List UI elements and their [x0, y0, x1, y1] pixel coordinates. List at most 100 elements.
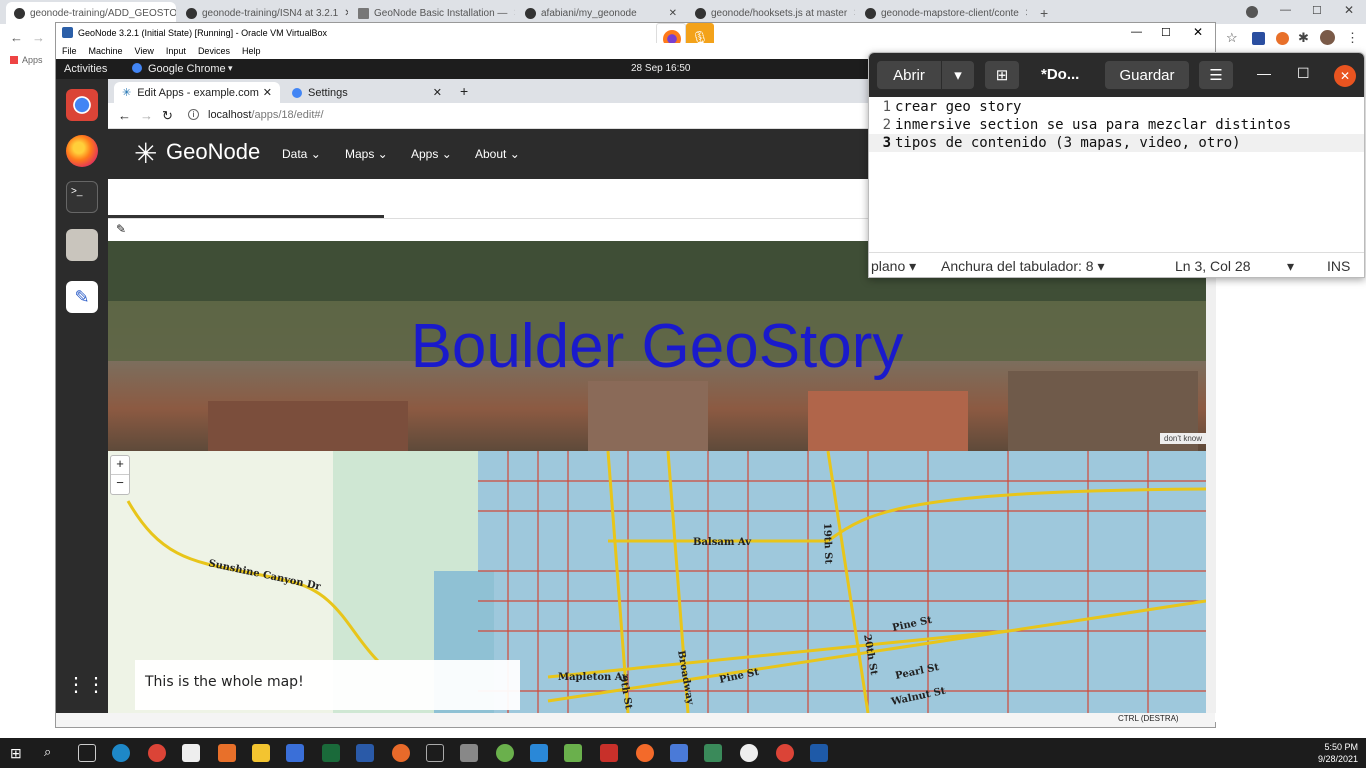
app-icon[interactable]	[426, 744, 444, 762]
open-dropdown-button[interactable]: ▾	[942, 61, 974, 89]
firefox-dock-icon[interactable]	[66, 135, 98, 167]
minimize-icon[interactable]: —	[1131, 26, 1142, 38]
host-tab-2[interactable]: geonode-training/ISN4 at 3.2.1✕	[178, 2, 348, 24]
close-window-icon[interactable]: ✕	[1344, 3, 1354, 17]
back-icon[interactable]: ←	[118, 108, 131, 123]
nav-apps[interactable]: Apps ⌄	[411, 147, 452, 161]
store-icon[interactable]	[182, 744, 200, 762]
zoom-in-button[interactable]: +	[111, 456, 129, 475]
close-window-icon[interactable]: ✕	[1334, 65, 1356, 87]
new-tab-icon[interactable]: ⊞	[985, 61, 1019, 89]
menu-file[interactable]: File	[62, 46, 77, 56]
close-icon[interactable]: ✕	[847, 8, 855, 19]
tab-search-icon[interactable]	[1246, 6, 1258, 18]
app-icon[interactable]	[218, 744, 236, 762]
new-tab-button[interactable]: +	[1032, 2, 1052, 24]
forward-icon[interactable]: →	[140, 108, 153, 123]
host-tab-3[interactable]: GeoNode Basic Installation —✕	[350, 2, 515, 24]
maximize-icon[interactable]: ☐	[1297, 65, 1310, 82]
host-tab-1[interactable]: geonode-training/ADD_GEOSTO✕	[6, 2, 176, 24]
save-button[interactable]: Guardar	[1105, 61, 1189, 89]
app-icon[interactable]	[460, 744, 478, 762]
close-icon[interactable]: ✕	[338, 8, 348, 19]
text-line[interactable]: tipos de contenido (3 mapas, video, otro…	[895, 135, 1241, 151]
chrome-icon[interactable]	[776, 744, 794, 762]
chevron-down-icon[interactable]: ▾	[1287, 258, 1294, 275]
apps-link[interactable]: Apps	[22, 55, 43, 65]
geonode-logo-icon[interactable]: ✳	[134, 137, 157, 170]
activities-button[interactable]: Activities	[64, 63, 107, 75]
minimize-icon[interactable]: —	[1257, 65, 1271, 81]
edge-icon[interactable]	[112, 744, 130, 762]
text-line[interactable]: crear geo story	[895, 99, 1021, 115]
back-icon[interactable]: ←	[10, 30, 23, 45]
files-dock-icon[interactable]	[66, 229, 98, 261]
menu-devices[interactable]: Devices	[198, 46, 230, 56]
nav-maps[interactable]: Maps ⌄	[345, 147, 388, 161]
syntax-selector[interactable]: plano ▾	[871, 258, 916, 275]
info-icon[interactable]: i	[188, 109, 199, 120]
app-icon[interactable]	[704, 744, 722, 762]
vscode-icon[interactable]	[530, 744, 548, 762]
show-apps-icon[interactable]: ⋮⋮	[66, 669, 106, 701]
task-view-icon[interactable]	[78, 744, 96, 762]
zoom-out-button[interactable]: −	[111, 475, 129, 494]
host-tab-6[interactable]: geonode-mapstore-client/conte✕	[857, 2, 1027, 24]
close-icon[interactable]: ✕	[507, 8, 515, 19]
url-field[interactable]: localhost/apps/18/edit#/	[208, 109, 324, 121]
zotero-icon[interactable]	[1252, 32, 1265, 45]
edit-icon[interactable]: ✎	[116, 222, 126, 236]
close-icon[interactable]: ✕	[1019, 8, 1027, 19]
cursor-position[interactable]: Ln 3, Col 28	[1175, 258, 1251, 274]
app-icon[interactable]	[322, 744, 340, 762]
new-tab-button[interactable]: +	[460, 83, 468, 99]
star-icon[interactable]: ☆	[1226, 30, 1238, 46]
hero-title[interactable]: Boulder GeoStory	[108, 311, 1206, 382]
close-icon[interactable]: ✕	[663, 8, 677, 19]
menu-view[interactable]: View	[135, 46, 154, 56]
menu-icon[interactable]: ⋮	[1346, 30, 1359, 46]
maximize-icon[interactable]: ☐	[1161, 26, 1171, 39]
guest-clock[interactable]: 28 Sep 16:50	[631, 63, 691, 74]
maximize-icon[interactable]: ☐	[1312, 4, 1322, 17]
host-tab-5[interactable]: geonode/hooksets.js at master✕	[687, 2, 855, 24]
nav-about[interactable]: About ⌄	[475, 147, 520, 161]
close-icon[interactable]: ✕	[263, 86, 272, 99]
puzzle-icon[interactable]: ✱	[1298, 30, 1309, 46]
menu-machine[interactable]: Machine	[89, 46, 123, 56]
text-line[interactable]: inmersive section se usa para mezclar di…	[895, 117, 1291, 133]
nav-data[interactable]: Data ⌄	[282, 147, 321, 161]
tab-edit-apps[interactable]: ✳ Edit Apps - example.com ✕	[114, 82, 280, 103]
app-icon[interactable]	[670, 744, 688, 762]
extension-icon[interactable]	[1276, 32, 1289, 45]
qgis-icon[interactable]	[496, 744, 514, 762]
virtualbox-icon[interactable]	[810, 744, 828, 762]
tab-width-selector[interactable]: Anchura del tabulador: 8 ▾	[941, 258, 1104, 275]
filezilla-icon[interactable]	[600, 744, 618, 762]
menu-input[interactable]: Input	[166, 46, 186, 56]
app-icon[interactable]	[740, 744, 758, 762]
avatar[interactable]	[1320, 30, 1335, 45]
notepad-icon[interactable]	[564, 744, 582, 762]
app-icon[interactable]	[286, 744, 304, 762]
ubuntu-icon[interactable]	[392, 744, 410, 762]
system-clock[interactable]: 5:50 PM 9/28/2021	[1318, 741, 1358, 765]
map-caption[interactable]: This is the whole map!	[135, 660, 520, 710]
text-editor-dock-icon[interactable]: ✎	[66, 281, 98, 313]
open-button[interactable]: Abrir	[877, 61, 941, 89]
host-tab-4[interactable]: afabiani/my_geonode ✕	[517, 2, 685, 24]
chrome-dock-icon[interactable]	[66, 89, 98, 121]
close-window-icon[interactable]: ✕	[1193, 25, 1203, 39]
forward-icon[interactable]: →	[32, 30, 45, 45]
app-icon[interactable]	[636, 744, 654, 762]
terminal-dock-icon[interactable]: >_	[66, 181, 98, 213]
minimize-icon[interactable]: —	[1280, 4, 1291, 16]
gedit-text-area[interactable]: 1 crear geo story 2 inmersive section se…	[869, 97, 1364, 252]
page-scrollbar[interactable]	[1206, 241, 1216, 713]
tab-settings[interactable]: Settings ✕	[284, 82, 450, 103]
powershell-icon[interactable]	[356, 744, 374, 762]
insert-mode[interactable]: INS	[1327, 258, 1350, 274]
close-icon[interactable]: ✕	[433, 86, 442, 99]
app-menu[interactable]: Google Chrome	[148, 63, 226, 75]
menu-help[interactable]: Help	[242, 46, 261, 56]
